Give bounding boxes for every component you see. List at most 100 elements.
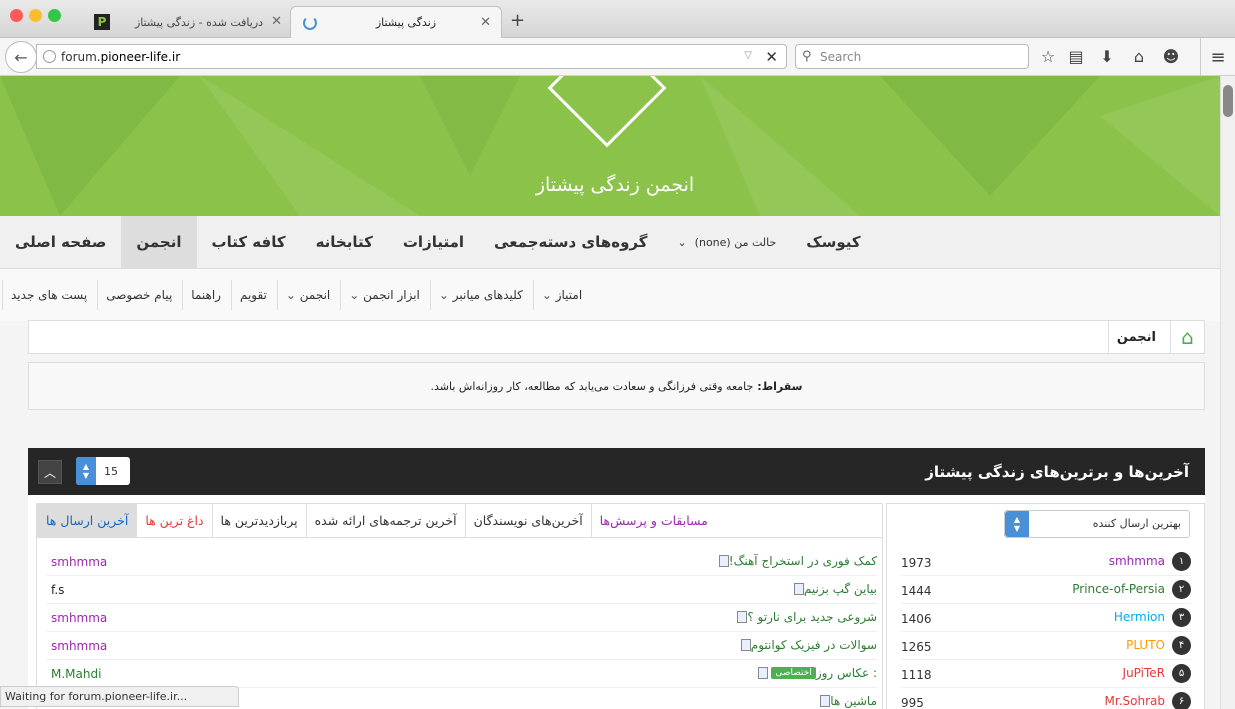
url-bar[interactable]: forum. pioneer-life.ir ▽ ✕ [36, 44, 787, 69]
post-count: 1973 [901, 556, 932, 570]
close-tab-icon[interactable]: ✕ [480, 15, 491, 30]
bookmark-star-icon[interactable]: ☆ [1038, 47, 1058, 66]
nav-my-mood-label: حالت من (none) [694, 235, 777, 249]
poster-name[interactable]: Hermion [1114, 610, 1165, 624]
search-input[interactable]: ⚲ Search [795, 44, 1029, 69]
site-logo-text: انجمن زندگی پیشتاز [535, 174, 695, 196]
subnav-shortcuts[interactable]: کلیدهای میانبر [429, 280, 531, 310]
topic-user[interactable]: M.Mahdi [51, 667, 101, 681]
browser-tab-active[interactable]: زندگی پیشتاز ✕ [290, 6, 502, 38]
stop-loading-icon[interactable]: ✕ [765, 48, 778, 66]
subnav-private-messages[interactable]: پیام خصوصی [97, 280, 180, 310]
nav-kiosk[interactable]: کیوسک [791, 216, 875, 268]
subnav-forum-tools[interactable]: ابزار انجمن [340, 280, 428, 310]
poster-name[interactable]: Prince-of-Persia [1072, 582, 1165, 596]
breadcrumb: ⌂ انجمن [28, 320, 1205, 354]
topic-link[interactable]: کمک فوری در استخراج آهنگ! [711, 554, 877, 568]
panel-header: آخرین‌ها و برترین‌های زندگی پیشتاز ︿ ▲ ▼ … [28, 448, 1205, 495]
topic-user[interactable]: f.s [51, 583, 64, 597]
poster-name[interactable]: smhmma [1109, 554, 1165, 568]
post-count: 1444 [901, 584, 932, 598]
bookmarks-list-icon[interactable]: ▤ [1066, 47, 1086, 66]
tab-contests[interactable]: مسابقات و پرسش‌ها [590, 504, 716, 537]
quote-box: سقراط: جامعه وقتی فرزانگی و سعادت می‌یاب… [28, 362, 1205, 410]
tab-latest-translations[interactable]: آخرین ترجمه‌های ارائه شده [305, 504, 465, 537]
nav-groups[interactable]: گروه‌های دسته‌جمعی [479, 216, 662, 268]
rank-badge: ۵ [1172, 664, 1191, 683]
page-scrollbar[interactable] [1220, 76, 1235, 709]
nav-home[interactable]: صفحه اصلی [0, 216, 121, 268]
url-dropdown-icon[interactable]: ▽ [744, 50, 752, 61]
post-count: 995 [901, 696, 924, 709]
new-tab-button[interactable]: + [510, 10, 525, 31]
poster-name[interactable]: Mr.Sohrab [1105, 694, 1165, 708]
top-poster-row: 995 ۶ Mr.Sohrab [901, 688, 1191, 709]
topic-link[interactable]: شروعی جدید برای نارتو ؟ [729, 610, 877, 624]
rank-badge: ۱ [1172, 552, 1191, 571]
chat-icon[interactable]: ☻ [1161, 47, 1181, 66]
nav-forum[interactable]: انجمن [121, 216, 197, 268]
rank-badge: ۶ [1172, 692, 1191, 709]
subnav-forum[interactable]: انجمن [276, 280, 338, 310]
subnav-new-posts[interactable]: پست های جدید [2, 280, 95, 310]
scrollbar-thumb[interactable] [1223, 85, 1233, 117]
menu-icon[interactable]: ≡ [1200, 38, 1235, 76]
poster-name[interactable]: PLUTO [1126, 638, 1165, 652]
topic-row: سوالات در فیزیک کوانتوم smhmma [47, 632, 877, 660]
browser-navbar: forum. pioneer-life.ir ▽ ✕ ← ⚲ Search ☆ ▤… [0, 38, 1235, 76]
topic-link[interactable]: اختصاصی: عکاس روز [750, 666, 877, 680]
browser-tab-downloaded[interactable]: P دریافت شده - زندگی پیشتاز ✕ [82, 6, 292, 38]
tab-latest-authors[interactable]: آخرین‌های نویسندگان [464, 504, 591, 537]
document-icon [740, 639, 751, 651]
close-tab-icon[interactable]: ✕ [271, 14, 282, 29]
top-poster-row: 1118 ۵ JuPiTeR [901, 660, 1191, 688]
url-domain: pioneer-life.ir [100, 49, 181, 64]
quote-text: جامعه وقتی فرزانگی و سعادت می‌یابد که مط… [430, 379, 754, 393]
download-icon[interactable]: ⬇ [1097, 47, 1117, 66]
close-window-button[interactable] [10, 9, 23, 22]
zoom-window-button[interactable] [48, 9, 61, 22]
topic-user[interactable]: smhmma [51, 611, 107, 625]
nav-points[interactable]: امتیازات [388, 216, 479, 268]
topic-row: اختصاصی: عکاس روز M.Mahdi [47, 660, 877, 688]
subnav-help[interactable]: راهنما [182, 280, 229, 310]
stepper-arrows-icon[interactable]: ▲ ▼ [76, 457, 96, 485]
topic-user[interactable]: smhmma [51, 639, 107, 653]
post-count: 1265 [901, 640, 932, 654]
tab-title: زندگی پیشتاز [375, 16, 437, 29]
topic-link[interactable]: بیاین گپ بزنیم [786, 582, 877, 596]
topic-user[interactable]: smhmma [51, 555, 107, 569]
count-value: 15 [104, 464, 118, 478]
site-favicon-icon: P [94, 14, 110, 30]
collapse-button[interactable]: ︿ [38, 460, 62, 484]
topic-title: سوالات در فیزیک کوانتوم [750, 638, 877, 652]
topic-title: شروعی جدید برای نارتو ؟ [747, 610, 877, 624]
document-icon [737, 611, 748, 623]
nav-my-mood[interactable]: حالت من (none) ⌄ [662, 216, 791, 268]
tab-most-viewed[interactable]: پربازدیدترین ها [211, 504, 306, 537]
breadcrumb-forum[interactable]: انجمن [1107, 321, 1164, 353]
home-icon[interactable]: ⌂ [1129, 47, 1149, 66]
topic-link[interactable]: سوالات در فیزیک کوانتوم [733, 638, 877, 652]
back-button[interactable]: ← [5, 41, 37, 73]
topics-box: آخرین ارسال ها داغ ترین ها پربازدیدترین … [36, 503, 883, 709]
topic-link[interactable]: ماشین ها [812, 694, 877, 708]
topic-tag: اختصاصی [771, 667, 816, 679]
nav-library[interactable]: کتابخانه [301, 216, 388, 268]
home-icon[interactable]: ⌂ [1170, 321, 1204, 353]
post-count: 1118 [901, 668, 932, 682]
top-posters-select[interactable]: ▲ ▼ بهترین ارسال کننده [1004, 510, 1190, 538]
topic-tabs: آخرین ارسال ها داغ ترین ها پربازدیدترین … [37, 504, 882, 538]
tab-hottest[interactable]: داغ ترین ها [136, 504, 211, 537]
nav-book-cafe[interactable]: کافه کتاب [197, 216, 301, 268]
poster-name[interactable]: JuPiTeR [1123, 666, 1165, 680]
subnav-calendar[interactable]: تقویم [230, 280, 275, 310]
search-icon: ⚲ [802, 49, 812, 64]
subnav-score[interactable]: امتیاز [532, 280, 590, 310]
topic-row: کمک فوری در استخراج آهنگ! smhmma [47, 548, 877, 576]
rank-badge: ۲ [1172, 580, 1191, 599]
rank-badge: ۳ [1172, 608, 1191, 627]
count-stepper[interactable]: ▲ ▼ 15 [76, 457, 130, 485]
tab-latest-posts[interactable]: آخرین ارسال ها [37, 504, 137, 537]
minimize-window-button[interactable] [29, 9, 42, 22]
